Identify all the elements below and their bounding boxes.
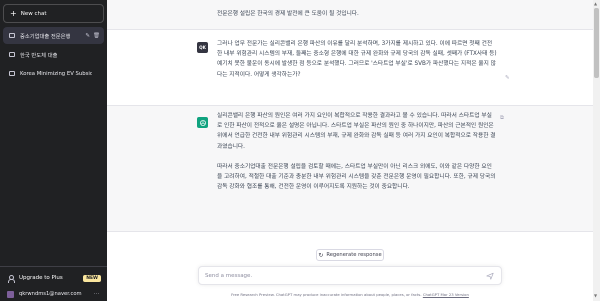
refresh-icon: ↻ (318, 251, 324, 259)
conversation-item[interactable]: Korea Minimizing EV Subsidy (3, 65, 104, 82)
conversation-label: 한국 반도체 대출 (20, 52, 58, 59)
trash-icon[interactable]: 🗑 (93, 33, 100, 39)
scroll-down-icon[interactable]: ▼ (594, 293, 597, 298)
assistant-message: 실리콘밸리 은행 파산의 원인은 여러 가지 요인이 복합적으로 작용한 결과라… (107, 106, 593, 232)
user-icon (7, 274, 15, 283)
assistant-paragraph: 따라서 중소기업대출 전문은행 설립을 검토할 때에는, 스타트업 부실만이 아… (217, 163, 496, 191)
scrollbar-thumb[interactable] (594, 8, 599, 78)
copy-icon[interactable]: ⧉ (500, 115, 506, 122)
account-email: qkrwndms1@naver.com (19, 291, 82, 297)
regenerate-label: Regenerate response (326, 252, 382, 258)
assistant-message-body: 실리콘밸리 은행 파산의 원인은 여러 가지 요인이 복합적으로 작용한 결과라… (217, 111, 497, 202)
conversation-item-active[interactable]: 중소기업대출 전문은행 ✎ 🗑 (3, 27, 104, 44)
upgrade-to-plus-button[interactable]: Upgrade to Plus NEW (4, 272, 103, 284)
avatar (7, 290, 14, 298)
user-message-text: 그러나 업무 전문가는 실리콘밸리 은행 파산의 이유를 달리 분석하며, 3가… (217, 41, 497, 78)
send-icon[interactable] (486, 272, 494, 280)
chat-bubble-icon (9, 52, 15, 57)
message-input[interactable] (205, 270, 475, 282)
new-badge: NEW (83, 274, 101, 282)
scrollbar[interactable]: ▲ ▼ (593, 0, 600, 301)
chatgpt-logo-icon (197, 117, 208, 128)
plus-icon: + (10, 8, 17, 18)
chat-main: 전문은행 설립은 한국의 경제 발전에 큰 도움이 될 것입니다. QK 그러나… (107, 0, 593, 301)
conversation-label: Korea Minimizing EV Subsidy (20, 70, 92, 77)
edit-icon[interactable]: ✎ (505, 75, 512, 81)
chat-bubble-icon (9, 33, 15, 38)
chat-bubble-icon (9, 71, 15, 76)
footer-disclaimer: Free Research Preview. ChatGPT may produ… (231, 292, 422, 297)
conversation-label: 중소기업대출 전문은행 (20, 33, 71, 40)
user-message: QK 그러나 업무 전문가는 실리콘밸리 은행 파산의 이유를 달리 분석하며,… (107, 30, 593, 106)
sidebar-divider (0, 266, 107, 267)
edit-icon[interactable]: ✎ (85, 33, 90, 39)
more-icon: ··· (93, 291, 100, 297)
sidebar: + New chat 중소기업대출 전문은행 ✎ 🗑 한국 반도체 대출 Kor… (0, 0, 107, 301)
openai-logo-icon (199, 119, 206, 126)
user-avatar: QK (197, 42, 208, 53)
new-chat-button[interactable]: + New chat (3, 4, 104, 23)
new-chat-label: New chat (20, 10, 47, 17)
assistant-message-text: 전문은행 설립은 한국의 경제 발전에 큰 도움이 될 것입니다. (217, 11, 359, 17)
conversation-item[interactable]: 한국 반도체 대출 (3, 46, 104, 63)
account-menu-button[interactable]: qkrwndms1@naver.com ··· (4, 289, 103, 299)
version-link[interactable]: ChatGPT Mar 23 Version (423, 292, 469, 297)
regenerate-response-button[interactable]: ↻ Regenerate response (316, 249, 384, 261)
message-input-container (198, 266, 502, 285)
scroll-up-icon[interactable]: ▲ (594, 1, 597, 6)
assistant-message-previous: 전문은행 설립은 한국의 경제 발전에 큰 도움이 될 것입니다. (107, 0, 593, 30)
upgrade-label: Upgrade to Plus (19, 275, 63, 281)
footer-note: Free Research Preview. ChatGPT may produ… (147, 292, 553, 297)
assistant-paragraph: 실리콘밸리 은행 파산의 원인은 여러 가지 요인이 복합적으로 작용한 결과라… (217, 113, 496, 150)
